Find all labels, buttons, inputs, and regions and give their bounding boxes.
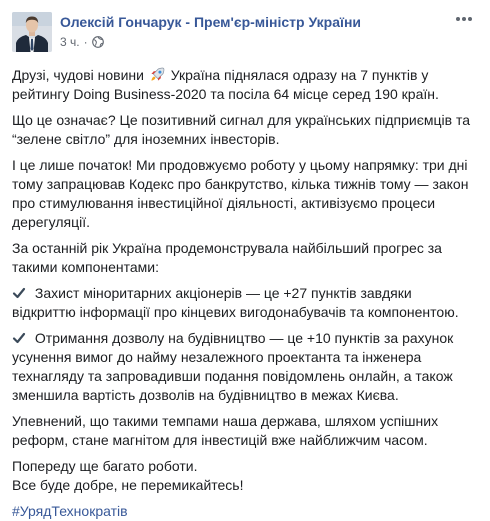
paragraph-confidence: Упевнений, що такими темпами наша держав… (12, 413, 439, 448)
closing-line-1: Попереду ще багато роботи. (12, 458, 198, 474)
check-icon (12, 286, 26, 300)
list-item-text: Отримання дозволу на будівництво — це +1… (12, 330, 454, 403)
post-subline: 3 ч. · (60, 34, 361, 50)
paragraph-beginning: І це лише початок! Ми продовжуємо роботу… (12, 157, 469, 230)
paragraph-news: Друзі, чудові новини Україна піднялася о… (12, 66, 478, 104)
avatar-image (12, 12, 52, 52)
paragraph-meaning: Що це означає? Це позитивний сигнал для … (12, 112, 470, 147)
rocket-icon (150, 67, 165, 82)
globe-icon[interactable] (91, 36, 104, 48)
hashtag-link[interactable]: #УрядТехнократів (12, 503, 128, 519)
hashtag-paragraph: #УрядТехнократів (12, 502, 478, 521)
author-avatar[interactable] (12, 12, 52, 52)
post-timestamp[interactable]: 3 ч. (60, 34, 80, 50)
list-item-minority-shareholders: Захист міноритарних акціонерів — це +27 … (12, 284, 478, 322)
list-item-text: Захист міноритарних акціонерів — це +27 … (12, 285, 459, 320)
more-options-icon[interactable] (454, 12, 474, 26)
post-body: Друзі, чудові новини Україна піднялася о… (12, 66, 478, 521)
paragraph-progress: За останній рік Україна продемонструвала… (12, 240, 442, 275)
paragraph-closing: Попереду ще багато роботи. Все буде добр… (12, 457, 478, 495)
meta-separator: · (83, 35, 88, 49)
facebook-post: Олексій Гончарук - Прем'єр-міністр Украї… (0, 0, 490, 519)
post-header: Олексій Гончарук - Прем'єр-міністр Украї… (12, 12, 478, 52)
post-meta: Олексій Гончарук - Прем'єр-міністр Украї… (60, 12, 361, 50)
closing-line-2: Все буде добре, не перемикайтесь! (12, 477, 244, 493)
list-item-construction-permits: Отримання дозволу на будівництво — це +1… (12, 329, 478, 405)
author-name[interactable]: Олексій Гончарук - Прем'єр-міністр Украї… (60, 13, 361, 31)
paragraph-news-intro: Друзі, чудові новини (12, 67, 144, 83)
check-icon (12, 331, 26, 345)
